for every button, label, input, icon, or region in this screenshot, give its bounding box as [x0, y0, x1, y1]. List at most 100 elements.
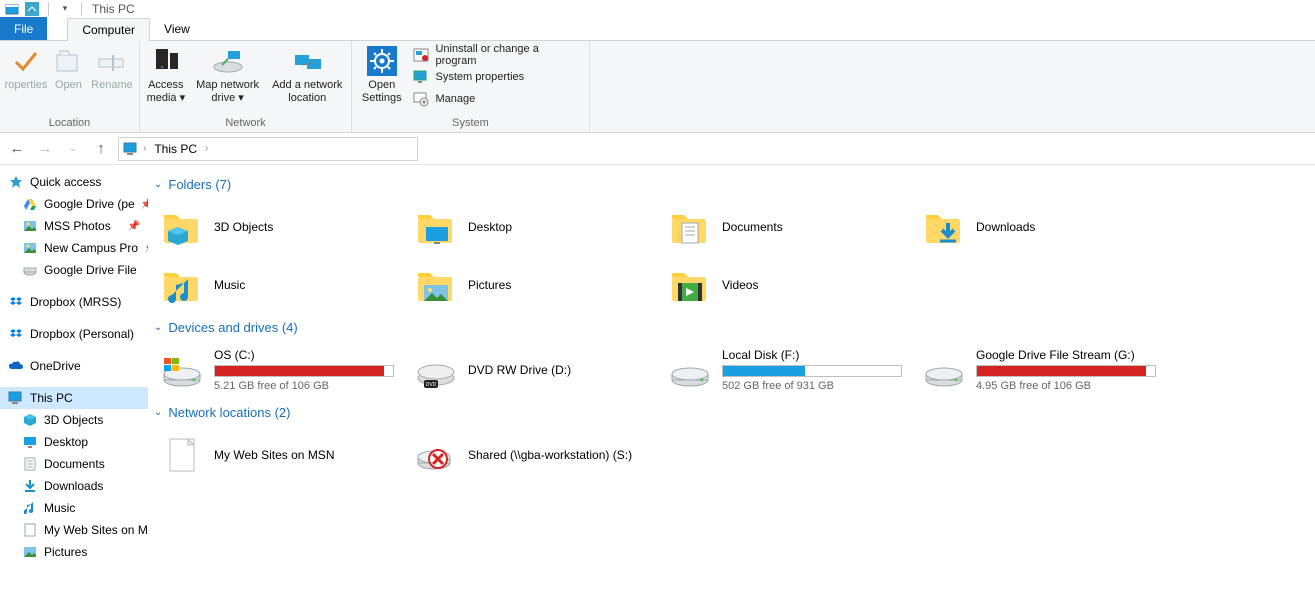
address-bar[interactable]: › This PC › — [118, 137, 418, 161]
dropbox-icon — [8, 326, 24, 342]
folder-tile[interactable]: Desktop — [408, 198, 662, 256]
network-location-icon — [160, 433, 204, 477]
up-button[interactable]: ↑ — [90, 138, 112, 160]
open-settings-button[interactable]: Open Settings — [356, 43, 407, 107]
network-location-icon — [414, 433, 458, 477]
rename-label: Rename — [91, 79, 133, 92]
folder-tile[interactable]: Downloads — [916, 198, 1170, 256]
folder-icon — [668, 263, 712, 307]
folder-label: 3D Objects — [214, 220, 273, 234]
back-button[interactable]: ← — [6, 138, 28, 160]
section-network[interactable]: ⌄ Network locations (2) — [154, 399, 1309, 426]
manage-button[interactable]: Manage — [413, 89, 581, 109]
gear-icon — [366, 45, 398, 77]
folder-label: Pictures — [468, 278, 511, 292]
sidebar-music[interactable]: Music — [0, 497, 148, 519]
drive-sub: 4.95 GB free of 106 GB — [976, 380, 1156, 392]
drive-tile[interactable]: Local Disk (F:)502 GB free of 931 GB — [662, 341, 916, 399]
sidebar-3d-objects[interactable]: 3D Objects — [0, 409, 148, 431]
chevron-down-icon: ⌄ — [154, 407, 162, 418]
folder-label: Downloads — [976, 220, 1035, 234]
ribbon: roperties Open Rename Location Access me… — [0, 41, 1315, 133]
sidebar-web-sites[interactable]: My Web Sites on M — [0, 519, 148, 541]
sidebar-qa-item[interactable]: MSS Photos📌 — [0, 215, 148, 237]
titlebar-separator — [81, 2, 82, 16]
document-icon — [22, 522, 38, 538]
folder-tile[interactable]: Documents — [662, 198, 916, 256]
tab-computer[interactable]: Computer — [67, 18, 150, 41]
tab-file[interactable]: File — [0, 17, 47, 40]
folder-tile[interactable]: 3D Objects — [154, 198, 408, 256]
sidebar: Quick access Google Drive (pe📌 MSS Photo… — [0, 165, 148, 612]
sidebar-desktop[interactable]: Desktop — [0, 431, 148, 453]
chevron-right-icon[interactable]: › — [141, 143, 148, 154]
cube-icon — [22, 412, 38, 428]
add-location-icon — [291, 45, 323, 77]
uninstall-label: Uninstall or change a program — [435, 43, 581, 67]
qat-separator — [48, 2, 49, 16]
open-button[interactable]: Open — [50, 43, 87, 94]
folder-tile[interactable]: Videos — [662, 256, 916, 314]
folder-label: Desktop — [468, 220, 512, 234]
drive-label: DVD RW Drive (D:) — [468, 363, 571, 377]
download-icon — [22, 478, 38, 494]
photo-icon — [22, 218, 38, 234]
photo-icon — [22, 544, 38, 560]
network-tile[interactable]: Shared (\\gba-workstation) (S:) — [408, 426, 662, 484]
properties-button[interactable]: roperties — [4, 43, 48, 94]
folder-tile[interactable]: Music — [154, 256, 408, 314]
folder-label: Music — [214, 278, 245, 292]
sidebar-downloads[interactable]: Downloads — [0, 475, 148, 497]
ribbon-group-location: roperties Open Rename Location — [0, 41, 140, 132]
folder-icon — [668, 205, 712, 249]
add-location-label: Add a network location — [269, 79, 345, 105]
pin-icon: 📌 — [141, 199, 148, 210]
chevron-right-icon[interactable]: › — [203, 143, 210, 154]
network-grid: My Web Sites on MSN Shared (\\gba-worksta… — [154, 426, 1309, 484]
qat-dropdown-icon[interactable]: ▾ — [57, 1, 73, 17]
sidebar-qa-item[interactable]: New Campus Pro📌 — [0, 237, 148, 259]
rename-icon — [96, 45, 128, 77]
sidebar-quick-access[interactable]: Quick access — [0, 171, 148, 193]
pc-icon — [8, 390, 24, 406]
map-drive-label: Map network drive ▾ — [192, 79, 264, 105]
network-tile[interactable]: My Web Sites on MSN — [154, 426, 408, 484]
drive-tile[interactable]: OS (C:)5.21 GB free of 106 GB — [154, 341, 408, 399]
section-folders[interactable]: ⌄ Folders (7) — [154, 171, 1309, 198]
star-icon — [8, 174, 24, 190]
breadcrumb-this-pc[interactable]: This PC — [150, 142, 201, 156]
system-small-buttons: Uninstall or change a program System pro… — [409, 43, 585, 111]
sidebar-qa-item[interactable]: Google Drive (pe📌 — [0, 193, 148, 215]
drive-label: Local Disk (F:) — [722, 348, 902, 362]
uninstall-icon — [413, 47, 429, 63]
map-drive-button[interactable]: Map network drive ▾ — [190, 43, 266, 107]
sidebar-onedrive[interactable]: OneDrive — [0, 355, 148, 377]
rename-button[interactable]: Rename — [89, 43, 135, 94]
sidebar-documents[interactable]: Documents — [0, 453, 148, 475]
recent-dropdown[interactable]: ⌄ — [62, 138, 84, 160]
forward-button[interactable]: → — [34, 138, 56, 160]
sidebar-qa-item[interactable]: Google Drive File — [0, 259, 148, 281]
drive-tile[interactable]: DVDDVD RW Drive (D:) — [408, 341, 662, 399]
system-properties-button[interactable]: System properties — [413, 67, 581, 87]
sidebar-dropbox-personal[interactable]: Dropbox (Personal) — [0, 323, 148, 345]
tab-view[interactable]: View — [150, 17, 204, 40]
sidebar-pictures[interactable]: Pictures — [0, 541, 148, 563]
open-label: Open — [55, 79, 82, 92]
sidebar-dropbox-mrss[interactable]: Dropbox (MRSS) — [0, 291, 148, 313]
access-media-button[interactable]: Access media ▾ — [144, 43, 188, 107]
section-drives[interactable]: ⌄ Devices and drives (4) — [154, 314, 1309, 341]
uninstall-button[interactable]: Uninstall or change a program — [413, 45, 581, 65]
sidebar-this-pc[interactable]: This PC — [0, 387, 148, 409]
network-label: My Web Sites on MSN — [214, 448, 334, 462]
network-label: Shared (\\gba-workstation) (S:) — [468, 448, 632, 462]
drive-label: OS (C:) — [214, 348, 394, 362]
folder-icon — [922, 205, 966, 249]
add-location-button[interactable]: Add a network location — [267, 43, 347, 107]
content: ⌄ Folders (7) 3D Objects Desktop Documents… — [148, 165, 1315, 612]
drive-tile[interactable]: Google Drive File Stream (G:)4.95 GB fre… — [916, 341, 1170, 399]
qat-divider — [24, 1, 40, 17]
folder-tile[interactable]: Pictures — [408, 256, 662, 314]
app-icon — [4, 1, 20, 17]
open-settings-label: Open Settings — [358, 79, 405, 105]
